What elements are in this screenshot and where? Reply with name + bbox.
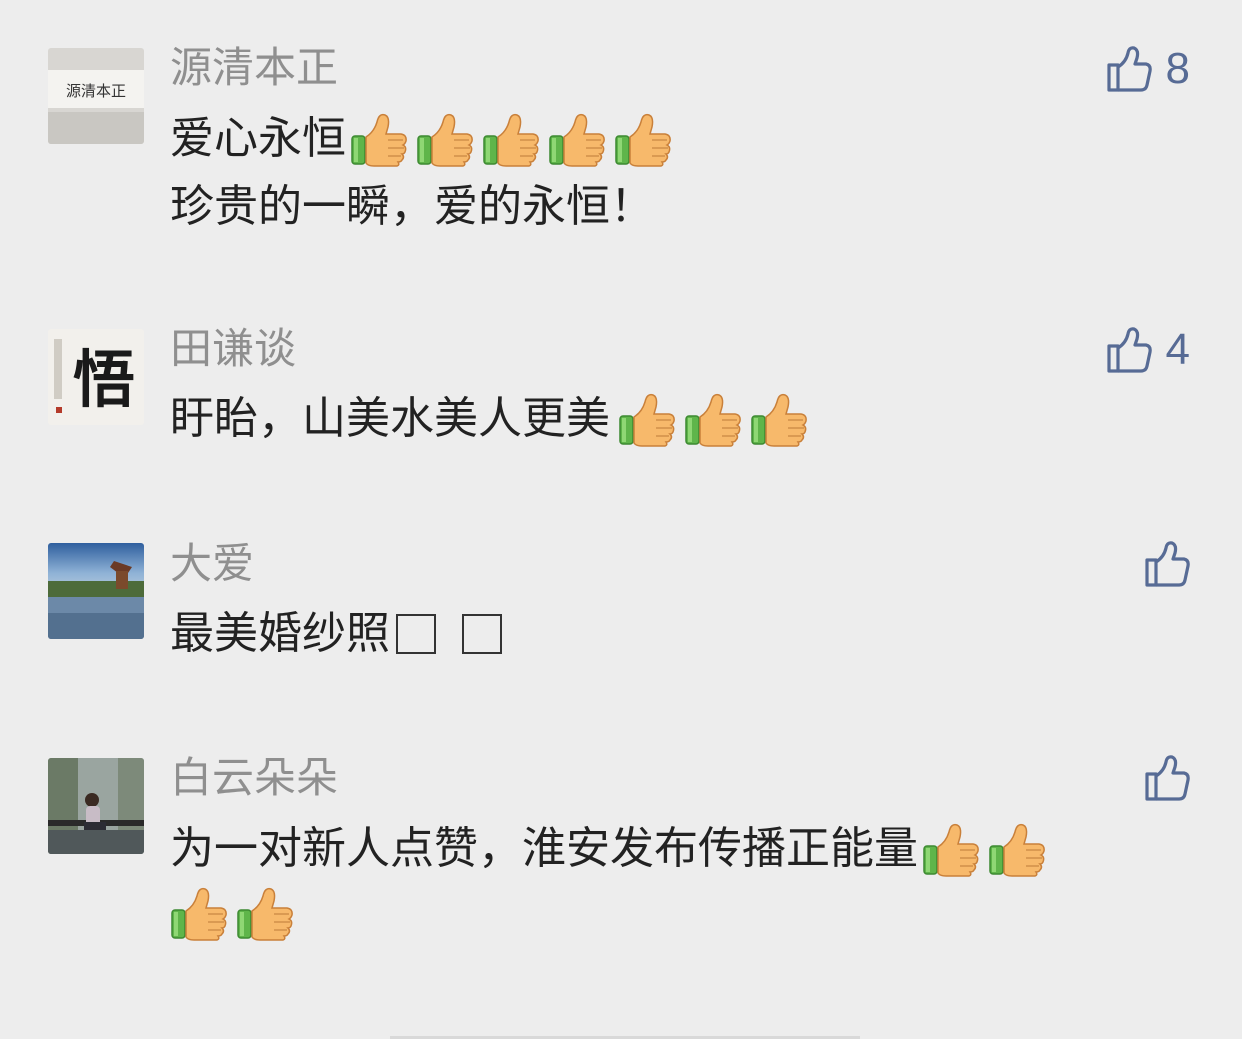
like-icon [1144, 540, 1190, 588]
missing-glyph-box [462, 614, 502, 654]
avatar[interactable] [48, 758, 144, 854]
thumbs-up-emoji [750, 390, 810, 448]
emoji-group [350, 110, 680, 168]
thumbs-up-emoji [350, 110, 410, 168]
comment-text-line: 盱眙，山美水美人更美 [170, 390, 816, 448]
thumbs-up-emoji [482, 110, 542, 168]
missing-glyph-box [396, 614, 436, 654]
avatar-calligraphy: 悟 [73, 343, 135, 416]
thumbs-up-emoji [922, 820, 982, 878]
commenter-name[interactable]: 大爱 [170, 540, 254, 588]
thumbs-up-emoji [988, 820, 1048, 878]
emoji-group [618, 390, 816, 448]
comment-text: 珍贵的一瞬，爱的永恒！ [170, 181, 654, 232]
comment-text-line: 最美婚纱照 [170, 605, 528, 663]
comment-text-line: 爱心永恒 [170, 110, 680, 168]
like-icon [1106, 326, 1152, 374]
thumbs-up-emoji [170, 884, 230, 942]
like-icon [1106, 45, 1152, 93]
emoji-group [170, 884, 302, 942]
avatar-calligraphy: 源清本正 [66, 82, 126, 100]
unsupported-emoji-placeholder [396, 614, 528, 654]
like-count: 8 [1165, 44, 1190, 93]
like-button[interactable] [1144, 540, 1190, 588]
avatar[interactable]: 源清本正 [48, 48, 144, 144]
like-count: 4 [1165, 325, 1190, 374]
comment-text: 爱心永恒 [170, 113, 346, 164]
comment-text-line: 为一对新人点赞，淮安发布传播正能量 [170, 820, 1054, 878]
like-button[interactable]: 8 [1106, 44, 1190, 94]
thumbs-up-emoji [548, 110, 608, 168]
comment-text-line: 珍贵的一瞬，爱的永恒！ [170, 178, 654, 236]
commenter-name[interactable]: 源清本正 [170, 44, 338, 92]
like-button[interactable]: 4 [1106, 325, 1190, 375]
comment-text: 为一对新人点赞，淮安发布传播正能量 [170, 823, 918, 874]
comment-text: 最美婚纱照 [170, 608, 390, 659]
avatar[interactable]: 悟 [48, 329, 144, 425]
like-icon [1144, 754, 1190, 802]
thumbs-up-emoji [618, 390, 678, 448]
commenter-name[interactable]: 白云朵朵 [170, 754, 338, 802]
comment-text-line [170, 884, 302, 942]
avatar[interactable] [48, 543, 144, 639]
emoji-group [922, 820, 1054, 878]
thumbs-up-emoji [684, 390, 744, 448]
commenter-name[interactable]: 田谦谈 [170, 325, 296, 373]
thumbs-up-emoji [236, 884, 296, 942]
comment-text: 盱眙，山美水美人更美 [170, 393, 610, 444]
like-button[interactable] [1144, 754, 1190, 802]
thumbs-up-emoji [614, 110, 674, 168]
thumbs-up-emoji [416, 110, 476, 168]
